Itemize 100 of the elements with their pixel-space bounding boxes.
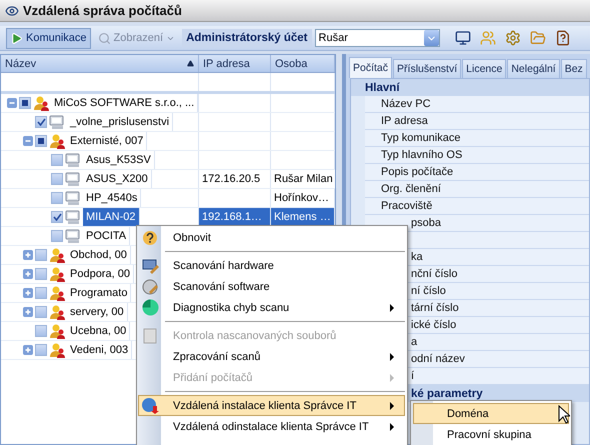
table-cell: Rušar Milan: [271, 170, 337, 188]
column-header[interactable]: Osoba: [271, 55, 335, 72]
account-combo[interactable]: Rušar: [314, 29, 440, 47]
help-document-icon[interactable]: [554, 30, 571, 46]
column-header[interactable]: IP adresa: [199, 55, 271, 72]
account-label: Administrátorský účet: [182, 29, 312, 47]
tree-item[interactable]: Programato: [67, 284, 132, 302]
table-cell: Klemens …: [271, 208, 335, 226]
monitor-icon: [142, 258, 158, 274]
computer-icon: [65, 228, 81, 244]
property-label: nční číslo: [411, 268, 458, 280]
users-icon[interactable]: [480, 30, 496, 46]
tree-item[interactable]: POCITA: [83, 227, 130, 245]
checkbox[interactable]: [51, 192, 63, 204]
settings-icon[interactable]: [504, 30, 521, 46]
property-label: a: [411, 336, 418, 348]
users-icon: [49, 248, 65, 262]
users-icon: [49, 286, 65, 300]
tree-item[interactable]: Externisté, 007: [67, 132, 148, 150]
checkbox[interactable]: [35, 306, 47, 318]
pie-icon: [142, 299, 158, 316]
tab[interactable]: Bez: [560, 59, 587, 78]
checkbox[interactable]: [51, 211, 63, 223]
column-header[interactable]: Název: [1, 55, 199, 72]
menu-item[interactable]: Obnovit: [138, 227, 405, 248]
expand-icon[interactable]: [23, 288, 33, 298]
computer-icon: [65, 152, 81, 168]
collapse-icon[interactable]: [23, 136, 33, 146]
help-icon: [142, 230, 158, 246]
menu-item[interactable]: Diagnostika chyb scanu: [138, 297, 405, 318]
tree-item[interactable]: servery, 00: [67, 303, 128, 321]
computer-icon: [65, 190, 81, 206]
disc-icon: [142, 278, 158, 294]
menu-item[interactable]: Scanování hardware: [138, 255, 405, 276]
tree-item[interactable]: Podpora, 00: [67, 265, 134, 283]
checkbox[interactable]: [35, 325, 47, 337]
expand-icon[interactable]: [23, 345, 33, 355]
table-cell: Hořínkov…: [271, 189, 335, 207]
checkbox[interactable]: [35, 249, 47, 261]
checkbox[interactable]: [19, 97, 31, 109]
submenu-arrow-icon: [390, 402, 394, 410]
tree-item[interactable]: MiCoS SOFTWARE s.r.o., ...: [51, 94, 198, 112]
checkbox[interactable]: [35, 135, 47, 147]
submenu-arrow-icon: [390, 352, 394, 360]
tab[interactable]: Nelegální: [507, 59, 560, 78]
computer-icon: [65, 172, 81, 186]
section-title: ké parametry: [411, 388, 483, 400]
menu-item[interactable]: Pracovní skupina: [413, 424, 569, 445]
property-label: ické číslo: [411, 319, 456, 331]
property-label: IP adresa: [381, 115, 428, 127]
computer-icon: [49, 114, 65, 130]
tab[interactable]: Příslušenství: [393, 59, 462, 78]
tree-item[interactable]: ASUS_X200: [83, 170, 152, 188]
computer-icon: [65, 210, 81, 224]
checkbox[interactable]: [51, 173, 63, 185]
users-icon: [33, 96, 49, 110]
document-icon: [143, 328, 157, 344]
folder-icon[interactable]: [530, 30, 546, 46]
property-label: tární číslo: [411, 302, 459, 314]
tree-item[interactable]: _volne_prislusenstvi: [67, 113, 174, 131]
window-title: Vzdálená správa počítačů: [23, 3, 182, 18]
checkbox[interactable]: [35, 344, 47, 356]
tab[interactable]: Licence: [462, 59, 506, 78]
checkbox[interactable]: [51, 230, 63, 242]
users-icon: [49, 134, 65, 148]
expand-icon[interactable]: [23, 269, 33, 279]
checkbox[interactable]: [35, 268, 47, 280]
monitor-icon[interactable]: [454, 30, 471, 46]
property-label: ka: [411, 251, 423, 263]
users-icon: [49, 324, 65, 338]
collapse-icon[interactable]: [7, 98, 17, 108]
checkmark-icon: [36, 118, 46, 126]
property-label: Název PC: [381, 98, 431, 110]
expand-icon[interactable]: [23, 307, 33, 317]
tree-item[interactable]: Obchod, 00: [67, 246, 131, 264]
menu-item[interactable]: Zpracování scanů: [138, 346, 405, 367]
globe-icon: [141, 397, 159, 414]
property-label: Popis počítače: [381, 166, 454, 178]
tree-item[interactable]: MILAN-02: [83, 208, 140, 226]
checkbox[interactable]: [51, 154, 63, 166]
property-label: Pracoviště: [381, 200, 432, 212]
menu-item[interactable]: Doména: [413, 403, 569, 424]
checkbox[interactable]: [35, 116, 47, 128]
property-label: odní název: [411, 353, 465, 365]
toolbar-button[interactable]: Komunikace: [6, 28, 91, 48]
property-label: í: [411, 370, 414, 382]
menu-item[interactable]: Vzdálená instalace klienta Správce IT: [138, 395, 405, 416]
tree-item[interactable]: Vedeni, 003: [67, 341, 132, 359]
tree-item[interactable]: Asus_K53SV: [83, 151, 155, 169]
menu-item[interactable]: Scanování software: [138, 276, 405, 297]
checkmark-icon: [52, 213, 62, 221]
submenu-arrow-icon: [390, 374, 394, 382]
tree-item[interactable]: Ucebna, 00: [67, 322, 130, 340]
menu-item[interactable]: Vzdálená odinstalace klienta Správce IT: [138, 416, 405, 437]
tab[interactable]: Počítač: [349, 57, 392, 78]
expand-icon[interactable]: [23, 250, 33, 260]
tree-item[interactable]: HP_4540s: [83, 189, 142, 207]
checkbox[interactable]: [35, 287, 47, 299]
table-cell: 172.16.20.5: [199, 170, 271, 188]
search-icon: [98, 32, 111, 44]
